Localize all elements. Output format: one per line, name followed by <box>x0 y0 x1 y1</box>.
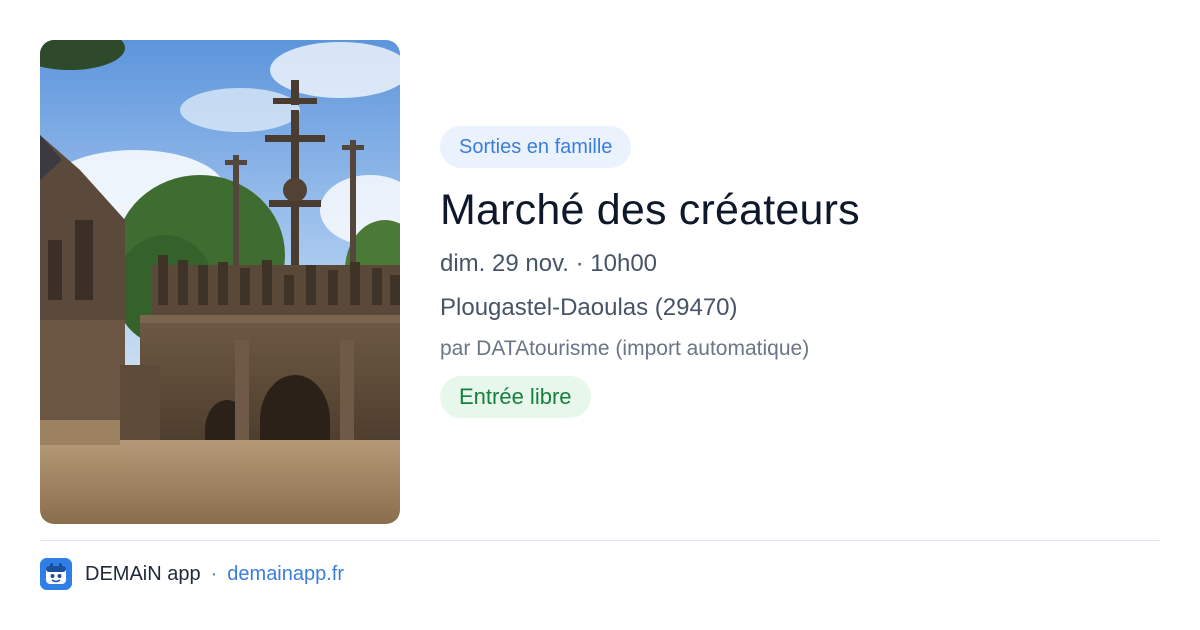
event-location: Plougastel-Daoulas (29470) <box>440 294 738 321</box>
category-badge[interactable]: Sorties en famille <box>440 126 632 168</box>
event-photo <box>40 40 400 524</box>
event-title: Marché des créateurs <box>440 186 860 234</box>
event-card[interactable]: Sorties en famille Marché des créateurs … <box>0 0 1200 630</box>
event-info: Sorties en famille Marché des créateurs … <box>440 126 1160 418</box>
demain-app-icon <box>40 558 72 590</box>
app-name: DEMAiN app <box>85 562 201 585</box>
footer: DEMAiN app · demainapp.fr <box>40 558 344 590</box>
site-link[interactable]: demainapp.fr <box>227 563 344 586</box>
footer-divider <box>40 540 1160 541</box>
event-source: par DATAtourisme (import automatique) <box>440 337 810 360</box>
price-badge: Entrée libre <box>440 376 591 418</box>
event-datetime: dim. 29 nov. · 10h00 <box>440 250 658 277</box>
footer-separator: · <box>210 562 218 585</box>
